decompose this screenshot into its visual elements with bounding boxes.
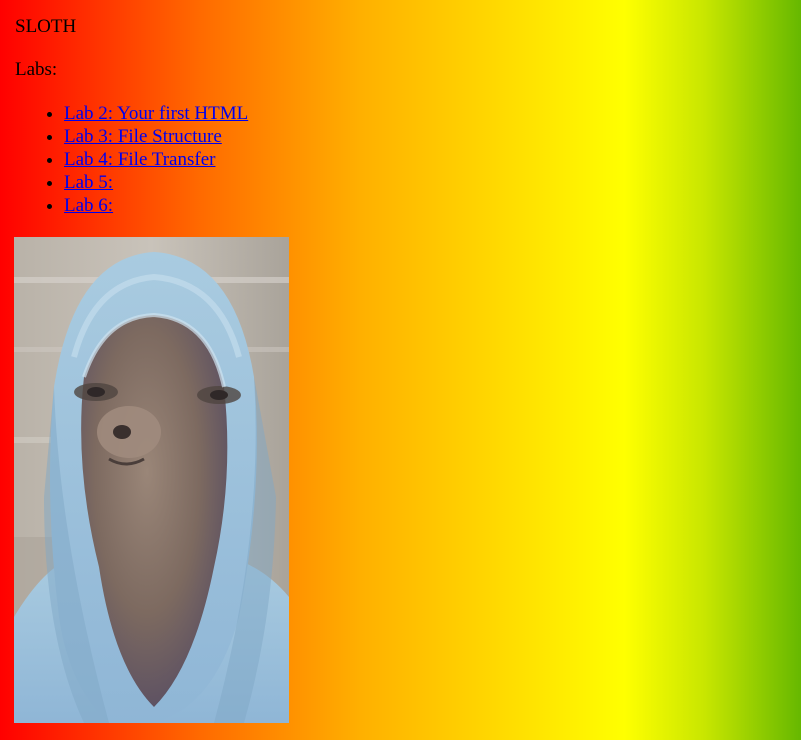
list-item: Lab 3: File Structure: [64, 125, 248, 148]
list-item: Lab 4: File Transfer: [64, 148, 248, 171]
page-content: SLOTH Labs: Lab 2: Your first HTML Lab 3…: [15, 0, 248, 217]
labs-heading: Labs:: [15, 59, 58, 80]
lab-5-link[interactable]: Lab 5:: [64, 172, 113, 193]
list-item: Lab 6:: [64, 194, 248, 217]
sloth-hoodie-photo: [14, 237, 289, 723]
list-item: Lab 5:: [64, 171, 248, 194]
lab-6-link[interactable]: Lab 6:: [64, 195, 113, 216]
lab-3-link[interactable]: Lab 3: File Structure: [64, 126, 222, 147]
list-item: Lab 2: Your first HTML: [64, 102, 248, 125]
lab-2-link[interactable]: Lab 2: Your first HTML: [64, 103, 248, 124]
page-title: SLOTH: [15, 16, 77, 37]
lab-4-link[interactable]: Lab 4: File Transfer: [64, 149, 215, 170]
labs-list: Lab 2: Your first HTML Lab 3: File Struc…: [15, 102, 248, 217]
